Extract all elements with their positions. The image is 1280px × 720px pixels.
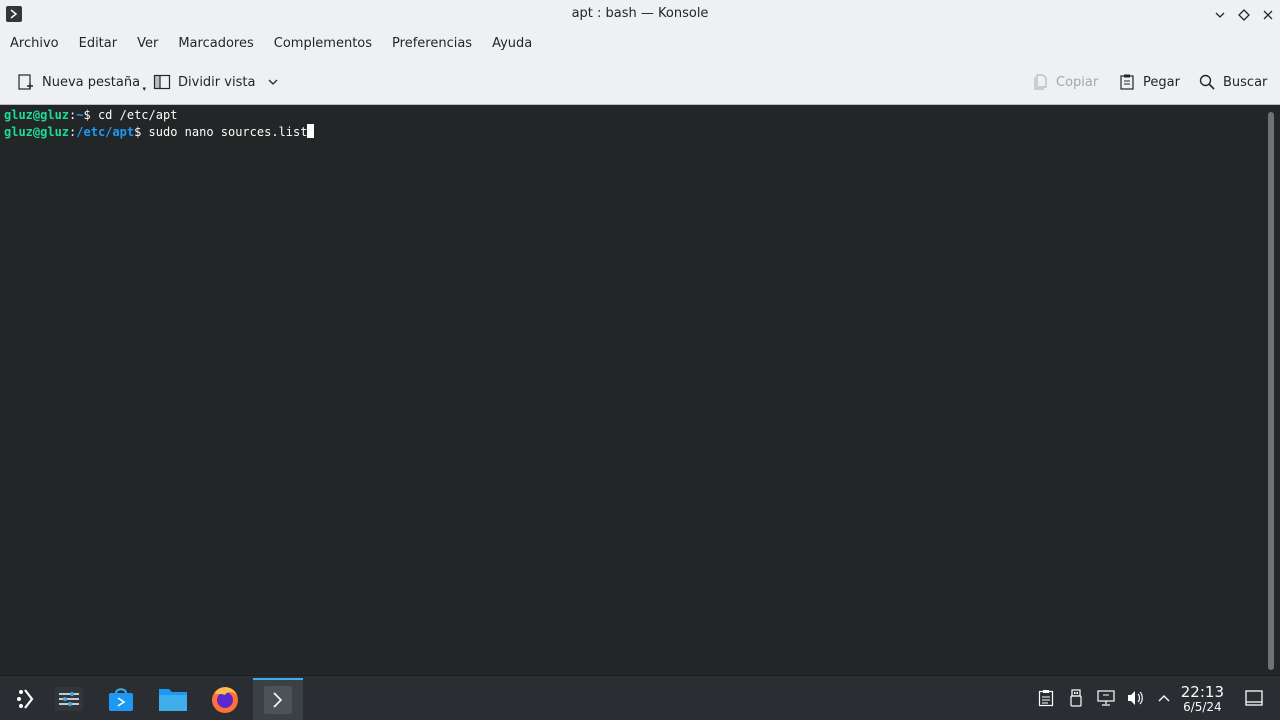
new-tab-icon	[17, 73, 35, 91]
split-view-button[interactable]: Dividir vista	[153, 67, 282, 97]
menu-marcadores[interactable]: Marcadores	[168, 29, 263, 59]
terminal-command: cd /etc/apt	[97, 108, 178, 122]
paste-button[interactable]: Pegar	[1118, 67, 1180, 97]
usb-device-icon[interactable]	[1066, 688, 1086, 708]
network-icon[interactable]	[1096, 688, 1116, 708]
split-view-label: Dividir vista	[178, 74, 256, 90]
chevron-down-icon[interactable]	[264, 73, 282, 91]
diamond-icon	[1238, 8, 1250, 21]
terminal-command: sudo nano sources.list	[148, 125, 308, 139]
system-settings-icon[interactable]	[44, 678, 94, 720]
menu-ayuda[interactable]: Ayuda	[482, 29, 542, 59]
text-cursor	[307, 124, 315, 138]
menu-archivo[interactable]: Archivo	[0, 29, 69, 59]
split-view-icon	[153, 73, 171, 91]
prompt-path: /etc/apt	[76, 125, 135, 139]
tray-expand-icon[interactable]	[1154, 688, 1174, 708]
konsole-icon[interactable]	[253, 678, 303, 720]
copy-button[interactable]: Copiar	[1031, 67, 1098, 97]
copy-icon	[1031, 73, 1049, 91]
menu-ver[interactable]: Ver	[127, 29, 168, 59]
clipboard-icon[interactable]	[1036, 688, 1056, 708]
terminal-line: gluz@gluz:/etc/apt$ sudo nano sources.li…	[4, 124, 1276, 141]
menu-complementos[interactable]: Complementos	[264, 29, 382, 59]
close-icon	[1263, 10, 1273, 19]
title-bar: apt : bash — Konsole	[0, 0, 1280, 29]
new-tab-label: Nueva pestaña	[42, 74, 141, 90]
menu-bar: Archivo Editar Ver Marcadores Complement…	[0, 29, 1280, 59]
menu-preferencias[interactable]: Preferencias	[382, 29, 482, 59]
dolphin-files-icon[interactable]	[148, 678, 198, 720]
terminal-scrollbar[interactable]	[1268, 112, 1274, 670]
paste-label: Pegar	[1143, 74, 1180, 90]
terminal-line: gluz@gluz:~$ cd /etc/apt	[4, 108, 178, 122]
maximize-button[interactable]	[1232, 3, 1256, 27]
clock[interactable]: 22:13 6/5/24	[1181, 684, 1224, 714]
paste-icon	[1118, 73, 1136, 91]
clock-time: 22:13	[1180, 683, 1224, 701]
new-tab-button[interactable]: Nueva pestaña ▾	[17, 67, 146, 97]
menu-editar[interactable]: Editar	[69, 29, 128, 59]
prompt-user: gluz@gluz	[4, 108, 70, 122]
firefox-icon[interactable]	[200, 678, 250, 720]
show-desktop-icon[interactable]	[1244, 688, 1264, 708]
terminal-view[interactable]: gluz@gluz:~$ cd /etc/apt gluz@gluz:/etc/…	[0, 105, 1280, 675]
close-button[interactable]	[1256, 3, 1280, 27]
search-icon	[1198, 73, 1216, 91]
taskbar: 22:13 6/5/24	[0, 675, 1280, 720]
search-button[interactable]: Buscar	[1198, 67, 1267, 97]
toolbar: Nueva pestaña ▾ Dividir vista Copiar Peg…	[0, 59, 1280, 105]
search-label: Buscar	[1223, 74, 1268, 90]
dropdown-indicator-icon: ▾	[142, 85, 147, 93]
discover-store-icon[interactable]	[96, 678, 146, 720]
application-launcher-icon[interactable]	[0, 678, 50, 720]
prompt-path: ~	[76, 108, 84, 122]
window-title: apt : bash — Konsole	[571, 6, 709, 21]
clock-date: 6/5/24	[1183, 700, 1222, 714]
minimize-button[interactable]	[1208, 3, 1232, 27]
volume-icon[interactable]	[1125, 688, 1145, 708]
prompt-user: gluz@gluz	[4, 125, 70, 139]
copy-label: Copiar	[1056, 74, 1099, 90]
chevron-down-icon	[1215, 12, 1225, 18]
